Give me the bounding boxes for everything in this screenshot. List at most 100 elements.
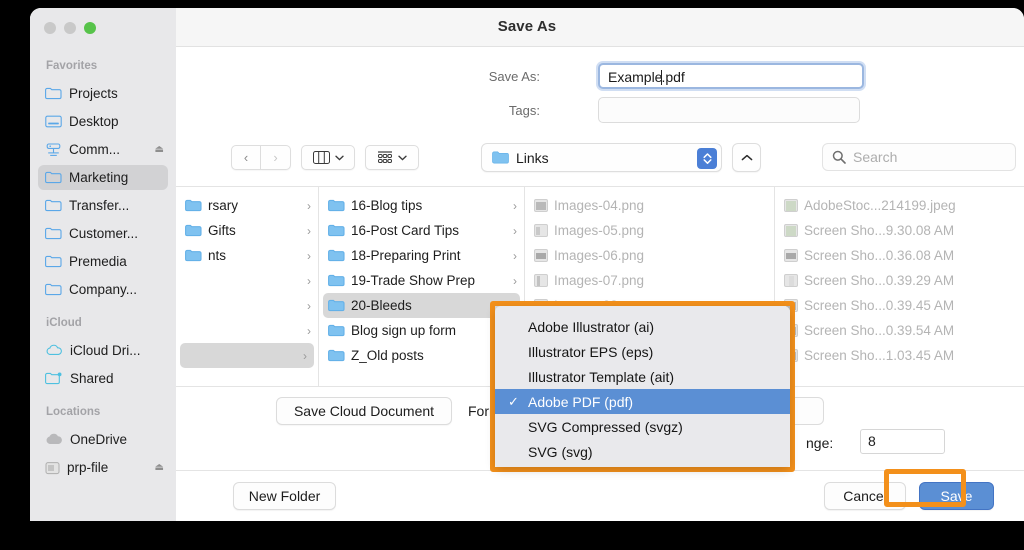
file-name: Gifts: [208, 223, 303, 238]
shared-folder-icon: [45, 372, 63, 385]
disclosure-chevron-icon[interactable]: ›: [307, 224, 311, 238]
traffic-lights: [44, 22, 96, 34]
sidebar-item-label: prp-file: [67, 460, 155, 475]
folder-icon: [45, 255, 62, 268]
sidebar-item-desktop[interactable]: Desktop: [38, 109, 168, 134]
file-row[interactable]: 18-Preparing Print›: [319, 243, 524, 268]
save-button-highlight: [884, 469, 966, 507]
sidebar-heading-favorites: Favorites: [46, 60, 97, 72]
location-popup-button[interactable]: Links: [481, 143, 722, 172]
sidebar-item-comm[interactable]: Comm...⏏: [38, 137, 168, 162]
folder-icon: [328, 299, 345, 312]
folder-icon: [45, 171, 62, 184]
sidebar-item-label: Customer...: [69, 226, 168, 241]
file-row[interactable]: Screen Sho...9.30.08 AM: [775, 218, 1023, 243]
disclosure-chevron-icon[interactable]: ›: [513, 249, 517, 263]
file-row[interactable]: nts›: [176, 243, 318, 268]
thumbnail: [534, 224, 548, 237]
disclosure-chevron-icon[interactable]: ›: [307, 299, 311, 313]
save-as-text-after-caret: .pdf: [661, 69, 684, 85]
view-mode-button[interactable]: [301, 145, 355, 170]
menu-item-adobe-illustrator-ai[interactable]: Adobe Illustrator (ai): [495, 314, 790, 339]
sidebar-item-onedrive[interactable]: OneDrive: [38, 427, 168, 452]
sidebar-item-premedia[interactable]: Premedia: [38, 249, 168, 274]
search-field[interactable]: Search: [822, 143, 1016, 171]
menu-item-adobe-pdf-pdf[interactable]: ✓Adobe PDF (pdf): [495, 389, 790, 414]
folder-icon: [328, 199, 345, 212]
file-row[interactable]: Images-06.png: [525, 243, 774, 268]
format-dropdown-menu[interactable]: Adobe Illustrator (ai)Illustrator EPS (e…: [495, 306, 790, 467]
file-row[interactable]: Screen Sho...0.39.54 AM: [775, 318, 1023, 343]
file-column-4[interactable]: AdobeStoc...214199.jpegScreen Sho...9.30…: [775, 187, 1023, 386]
folder-icon: [492, 151, 509, 164]
group-by-button[interactable]: [365, 145, 419, 170]
minimize-button[interactable]: [64, 22, 76, 34]
sidebar-item-customer[interactable]: Customer...: [38, 221, 168, 246]
menu-item-svg-svg[interactable]: SVG (svg): [495, 439, 790, 464]
folder-icon: [328, 349, 345, 362]
file-row[interactable]: Gifts ›: [176, 218, 318, 243]
forward-button[interactable]: ›: [261, 145, 291, 170]
eject-icon[interactable]: ⏏: [155, 462, 164, 473]
eject-icon[interactable]: ⏏: [155, 144, 164, 155]
sidebar-item-shared[interactable]: Shared: [38, 366, 168, 391]
menu-item-svg-compressed-svgz[interactable]: SVG Compressed (svgz): [495, 414, 790, 439]
name-form: Save As: Example.pdf Tags:: [176, 47, 1024, 133]
file-row[interactable]: AdobeStoc...214199.jpeg: [775, 193, 1023, 218]
menu-item-label: Adobe PDF (pdf): [528, 394, 633, 410]
file-row[interactable]: Screen Sho...0.36.08 AM: [775, 243, 1023, 268]
sidebar-item-label: OneDrive: [70, 432, 168, 447]
folder-icon: [328, 324, 345, 337]
file-row[interactable]: Images-07.png: [525, 268, 774, 293]
new-folder-button[interactable]: New Folder: [233, 482, 336, 510]
tags-label: Tags:: [390, 103, 540, 118]
disclosure-chevron-icon[interactable]: ›: [307, 274, 311, 288]
save-cloud-document-button[interactable]: Save Cloud Document: [276, 397, 452, 425]
save-as-label: Save As:: [390, 69, 540, 84]
file-row[interactable]: rsary›: [176, 193, 318, 218]
file-row[interactable]: Screen Sho...1.03.45 AM: [775, 343, 1023, 368]
chevron-down-icon: [335, 155, 344, 161]
file-row[interactable]: 19-Trade Show Prep ›: [319, 268, 524, 293]
sidebar-item-company[interactable]: Company...: [38, 277, 168, 302]
disclosure-chevron-icon[interactable]: ›: [307, 324, 311, 338]
sidebar-item-prp-file[interactable]: prp-file⏏: [38, 455, 168, 480]
file-row[interactable]: Screen Sho...0.39.29 AM: [775, 268, 1023, 293]
collapse-button[interactable]: [732, 143, 761, 172]
file-row-empty[interactable]: ›: [176, 268, 318, 293]
disclosure-chevron-icon[interactable]: ›: [513, 199, 517, 213]
sidebar-item-projects[interactable]: Projects: [38, 81, 168, 106]
disclosure-chevron-icon[interactable]: ›: [513, 274, 517, 288]
disclosure-chevron-icon[interactable]: ›: [307, 199, 311, 213]
back-button[interactable]: ‹: [231, 145, 261, 170]
file-row-empty[interactable]: ›: [176, 293, 318, 318]
save-as-input[interactable]: Example.pdf: [598, 63, 864, 89]
file-row[interactable]: 16-Blog tips›: [319, 193, 524, 218]
close-button[interactable]: [44, 22, 56, 34]
sidebar-item-icloud-dri[interactable]: iCloud Dri...: [38, 338, 168, 363]
menu-item-illustrator-eps-eps[interactable]: Illustrator EPS (eps): [495, 339, 790, 364]
disclosure-chevron-icon[interactable]: ›: [307, 249, 311, 263]
file-name: 19-Trade Show Prep: [351, 273, 509, 288]
disclosure-chevron-icon[interactable]: ›: [513, 224, 517, 238]
image-thumbnail-icon: [534, 249, 548, 262]
sidebar-item-transfer[interactable]: Transfer...: [38, 193, 168, 218]
file-row-empty[interactable]: ›: [176, 318, 318, 343]
tags-input[interactable]: [598, 97, 860, 123]
sidebar-item-marketing[interactable]: Marketing: [38, 165, 168, 190]
file-row[interactable]: Images-05.png: [525, 218, 774, 243]
file-row[interactable]: Screen Sho...0.39.45 AM: [775, 293, 1023, 318]
thumbnail: [534, 249, 548, 262]
file-row-empty[interactable]: ›: [180, 343, 314, 368]
menu-item-illustrator-template-ait[interactable]: Illustrator Template (ait): [495, 364, 790, 389]
range-input[interactable]: 8: [860, 429, 945, 454]
zoom-button[interactable]: [84, 22, 96, 34]
up-down-stepper-icon[interactable]: [697, 148, 717, 169]
thumbnail: [784, 249, 798, 262]
file-row[interactable]: Images-04.png: [525, 193, 774, 218]
file-row[interactable]: 16-Post Card Tips›: [319, 218, 524, 243]
sidebar-item-label: Desktop: [69, 114, 168, 129]
disclosure-chevron-icon[interactable]: ›: [303, 349, 307, 363]
file-column-1[interactable]: rsary›Gifts›nts›››››: [176, 187, 319, 386]
folder-icon: [328, 249, 345, 262]
